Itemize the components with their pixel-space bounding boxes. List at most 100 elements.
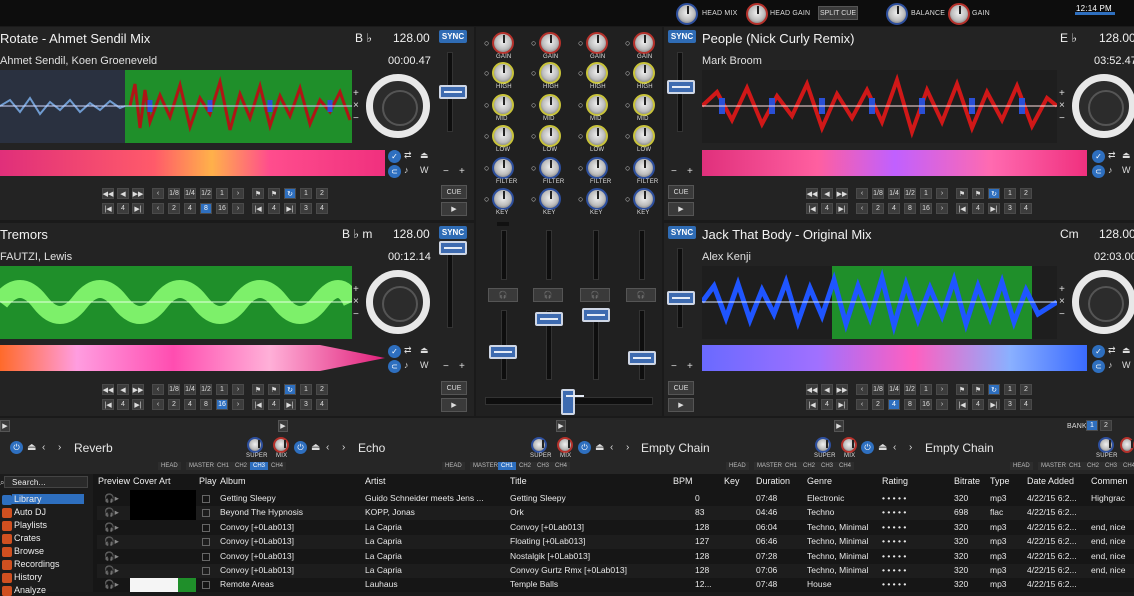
fx-2-route-ch4[interactable]: CH4 (552, 462, 571, 470)
ch4-gain-kill-icon[interactable]: ○ (625, 38, 631, 48)
deck-2-beatjump-back[interactable]: ◀ (821, 188, 833, 199)
column-header-cover-art[interactable]: Cover Art (133, 476, 171, 486)
fx-4-route-master[interactable]: MASTER (1038, 462, 1070, 470)
play-checkbox[interactable] (202, 509, 210, 518)
ch1-headphone-cue[interactable]: 🎧 (488, 288, 518, 302)
deck-4-pitch-plus[interactable]: + (687, 361, 693, 372)
deck-4-pitch-minus[interactable]: − (671, 361, 677, 372)
deck-1-key-lock-icon[interactable]: ✓ (388, 150, 401, 163)
deck-2-loop-4[interactable]: 4 (888, 203, 900, 214)
deck-3-note-icon[interactable]: ♪ (404, 360, 409, 370)
deck-3-beatjump-back-big[interactable]: ◀◀ (102, 384, 114, 395)
deck-2-loop-1[interactable]: 1 (920, 188, 932, 199)
deck-2-hotcue-3[interactable]: 3 (1004, 203, 1016, 214)
deck-2-flag-1[interactable]: ⚑ (956, 188, 968, 199)
deck-3-loop-2[interactable]: 2 (168, 399, 180, 410)
deck-4-loop-1-8[interactable]: 1/8 (872, 384, 884, 395)
play-checkbox[interactable] (202, 567, 210, 575)
fx-1-prev[interactable]: ‹ (42, 442, 46, 453)
ch3-key-knob[interactable] (586, 188, 608, 210)
fx-2-super-knob[interactable] (531, 437, 547, 453)
fx-4-mix-knob[interactable] (1120, 437, 1134, 453)
ch4-mid-knob[interactable] (633, 94, 655, 116)
fx-3-route-ch4[interactable]: CH4 (836, 462, 855, 470)
deck-1-note-icon[interactable]: ♪ (404, 165, 409, 175)
deck-2-loop-out[interactable]: ▶| (836, 203, 848, 214)
deck-2-play-button[interactable]: ▶ (668, 202, 694, 216)
deck-3-loop-back[interactable]: ‹ (152, 384, 164, 395)
deck-4-loop-fwd[interactable]: › (936, 384, 948, 395)
deck-4-loop-8[interactable]: 8 (904, 399, 916, 410)
sidebar-item-crates[interactable]: Crates (14, 533, 41, 543)
bank-1[interactable]: 1 (1086, 420, 1098, 431)
fx-3-route-ch1[interactable]: CH1 (782, 462, 801, 470)
deck-2-hotcue-4[interactable]: 4 (1020, 203, 1032, 214)
fx-1-route-head[interactable]: HEAD (158, 462, 181, 470)
deck-2-pitch-minus[interactable]: − (671, 166, 677, 177)
ch4-high-knob[interactable] (633, 62, 655, 84)
preview-icon[interactable]: 🎧▸ (104, 493, 119, 504)
ch3-key-kill-icon[interactable]: ○ (578, 194, 584, 204)
deck-1-repeat-icon[interactable]: ⇄ (404, 150, 412, 161)
fx-3-route-ch3[interactable]: CH3 (818, 462, 837, 470)
deck-1-loop-out[interactable]: ▶| (132, 203, 144, 214)
deck-4-pitch-fader[interactable] (677, 248, 683, 328)
deck-3-waveform[interactable] (0, 266, 352, 339)
ch4-volume-fader[interactable] (639, 310, 645, 380)
deck-4-beatjump-back-big[interactable]: ◀◀ (806, 384, 818, 395)
fx-2-route-ch2[interactable]: CH2 (516, 462, 535, 470)
deck-3-pitch-fader[interactable] (447, 248, 453, 328)
deck-1-sync-button[interactable]: SYNC (439, 30, 467, 43)
fx-3-next[interactable]: › (626, 442, 630, 453)
fx-2-prev[interactable]: ‹ (326, 442, 330, 453)
deck-3-loop-1-4[interactable]: 1/4 (184, 384, 196, 395)
ch4-filter-kill-icon[interactable]: ○ (625, 163, 631, 173)
fx-4-eject-icon[interactable]: ⏏ (878, 442, 888, 453)
deck-4-loop-1-2[interactable]: 1/2 (904, 384, 916, 395)
preview-icon[interactable]: 🎧▸ (104, 579, 119, 590)
fx-4-route-ch4[interactable]: CH4 (1120, 462, 1134, 470)
ch1-gain-knob[interactable] (492, 32, 514, 54)
play-checkbox[interactable] (202, 552, 210, 561)
deck-2-hotcue-1[interactable]: 1 (1004, 188, 1016, 199)
sidebar-item-analyze[interactable]: Analyze (14, 585, 46, 595)
balance-knob[interactable] (886, 3, 908, 25)
deck-2-cue-in[interactable]: |◀ (956, 203, 968, 214)
deck-1-fx-icon[interactable]: W (420, 165, 429, 175)
ch3-low-knob[interactable] (586, 125, 608, 147)
column-header-duration[interactable]: Duration (756, 476, 790, 486)
deck-3-loop-size[interactable]: 4 (117, 399, 129, 410)
deck-1-eject-icon[interactable]: ⏏ (420, 150, 429, 161)
deck-4-loop-size[interactable]: 4 (821, 399, 833, 410)
fx-3-expand[interactable]: ▶ (556, 420, 566, 432)
fx-2-route-ch3[interactable]: CH3 (534, 462, 553, 470)
fx-2-route-master[interactable]: MASTER (470, 462, 502, 470)
deck-1-zoom-in[interactable]: + (353, 88, 359, 99)
preview-icon[interactable]: 🎧▸ (104, 536, 119, 547)
fx-1-route-master[interactable]: MASTER (186, 462, 218, 470)
deck-2-loop-1-8[interactable]: 1/8 (872, 188, 884, 199)
deck-1-jog-wheel[interactable] (366, 74, 430, 138)
deck-2-overview[interactable] (702, 148, 1087, 178)
fx-2-expand[interactable]: ▶ (278, 420, 288, 432)
ch4-key-kill-icon[interactable]: ○ (625, 194, 631, 204)
deck-2-beatjump-fwd[interactable]: ▶▶ (836, 188, 848, 199)
deck-2-zoom-reset[interactable]: × (1059, 100, 1065, 111)
deck-4-loop-icon[interactable]: ⊂ (1092, 360, 1105, 373)
ch1-volume-handle[interactable] (489, 345, 517, 359)
fx-3-route-head[interactable]: HEAD (726, 462, 749, 470)
ch2-volume-handle[interactable] (535, 312, 563, 326)
deck-3-refresh-icon[interactable]: ↻ (284, 384, 296, 395)
deck-1-pitch-handle[interactable] (439, 85, 467, 99)
ch3-mid-knob[interactable] (586, 94, 608, 116)
ch1-key-kill-icon[interactable]: ○ (484, 194, 490, 204)
deck-2-loop-16[interactable]: 16 (920, 203, 932, 214)
ch3-gain-kill-icon[interactable]: ○ (578, 38, 584, 48)
deck-1-play-button[interactable]: ▶ (441, 202, 467, 216)
play-checkbox[interactable] (202, 495, 210, 503)
deck-1-loop-4[interactable]: 4 (184, 203, 196, 214)
deck-3-cue-size[interactable]: 4 (268, 399, 280, 410)
head-mix-knob[interactable] (676, 3, 698, 25)
deck-3-hotcue-2[interactable]: 2 (316, 384, 328, 395)
ch2-headphone-cue[interactable]: 🎧 (533, 288, 563, 302)
